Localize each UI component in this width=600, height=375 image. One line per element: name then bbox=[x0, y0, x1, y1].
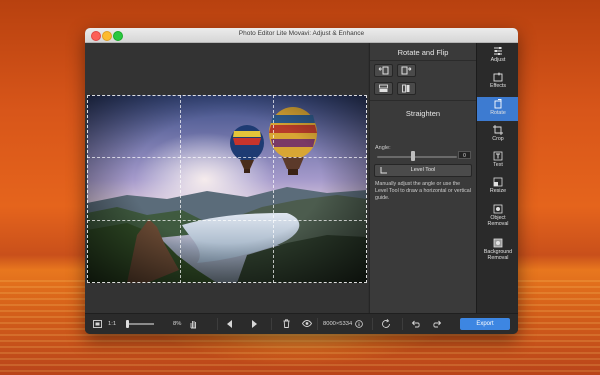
sidebar-label: Rotate bbox=[490, 110, 506, 116]
zoom-slider-track[interactable] bbox=[127, 323, 154, 325]
info-icon[interactable] bbox=[355, 320, 363, 328]
divider bbox=[370, 100, 476, 101]
zoom-ratio-label[interactable]: 1:1 bbox=[108, 320, 116, 328]
divider bbox=[317, 318, 318, 330]
sidebar-item-rotate[interactable]: Rotate bbox=[477, 97, 518, 121]
sidebar-item-effects[interactable]: Effects bbox=[477, 72, 518, 94]
tool-sidebar: Adjust Effects Rotate Crop Text Resize O… bbox=[476, 43, 518, 313]
crop-icon bbox=[493, 125, 503, 135]
zoom-slider-thumb[interactable] bbox=[126, 320, 129, 328]
divider bbox=[402, 318, 403, 330]
divider bbox=[370, 60, 476, 61]
sidebar-item-resize[interactable]: Resize bbox=[477, 177, 518, 199]
rotate-left-button[interactable] bbox=[374, 64, 393, 77]
zoom-percent-label: 8% bbox=[173, 321, 182, 327]
sidebar-label-line2: Removal bbox=[487, 221, 509, 227]
sidebar-item-adjust[interactable]: Adjust bbox=[477, 46, 518, 68]
flip-horizontal-button[interactable] bbox=[397, 82, 416, 95]
sidebar-label-line2: Removal bbox=[487, 255, 509, 261]
angle-value-field[interactable]: 0 bbox=[458, 151, 471, 159]
rotate-icon bbox=[494, 99, 502, 109]
rotate-flip-heading: Rotate and Flip bbox=[397, 48, 449, 57]
next-image-icon[interactable] bbox=[251, 320, 258, 328]
trash-icon[interactable] bbox=[283, 319, 290, 328]
crop-frame[interactable] bbox=[87, 95, 367, 283]
sliders-icon bbox=[494, 47, 502, 55]
window-title: Photo Editor Lite Movavi: Adjust & Enhan… bbox=[238, 30, 365, 37]
canvas-area bbox=[85, 43, 368, 313]
straighten-help-text: Manually adjust the angle or use the Lev… bbox=[375, 181, 471, 201]
eye-icon[interactable] bbox=[302, 320, 312, 327]
previous-image-icon[interactable] bbox=[226, 320, 233, 328]
grid-line-horizontal bbox=[87, 157, 367, 158]
grid-line-vertical bbox=[273, 95, 274, 283]
flip-vertical-icon bbox=[379, 84, 388, 92]
level-tool-button[interactable]: Level Tool bbox=[374, 164, 472, 177]
sidebar-item-crop[interactable]: Crop bbox=[477, 125, 518, 147]
angle-slider-track[interactable] bbox=[377, 156, 457, 158]
undo-icon[interactable] bbox=[411, 320, 420, 328]
flip-horizontal-icon bbox=[402, 84, 410, 93]
angle-slider-thumb[interactable] bbox=[411, 151, 415, 161]
sidebar-label: Resize bbox=[489, 188, 507, 194]
sidebar-item-background-removal[interactable]: Background Removal bbox=[477, 238, 518, 268]
angle-label: Angle: bbox=[375, 145, 391, 151]
sidebar-label: Adjust bbox=[490, 57, 506, 63]
divider bbox=[271, 318, 272, 330]
level-tool-icon bbox=[380, 167, 387, 174]
text-icon bbox=[493, 151, 503, 161]
sidebar-label: Text bbox=[493, 162, 503, 168]
image-size-label: 8000×5334 bbox=[323, 321, 353, 327]
bottom-toolbar: 1:1 8% 8000×5334 Export bbox=[85, 313, 518, 334]
hand-tool-icon[interactable] bbox=[189, 319, 198, 329]
effects-icon bbox=[493, 72, 503, 82]
rotate-panel: Rotate and Flip Straighten Angle: 0 Leve… bbox=[369, 43, 476, 313]
app-window: Photo Editor Lite Movavi: Adjust & Enhan… bbox=[85, 28, 518, 334]
photo-preview[interactable] bbox=[87, 95, 367, 283]
rotate-left-icon bbox=[378, 66, 389, 75]
divider bbox=[217, 318, 218, 330]
sidebar-item-object-removal[interactable]: Object Removal bbox=[477, 204, 518, 232]
background-removal-icon bbox=[493, 238, 503, 248]
sidebar-label: Effects bbox=[489, 83, 507, 89]
grid-line-vertical bbox=[180, 95, 181, 283]
resize-icon bbox=[493, 177, 503, 187]
reset-icon[interactable] bbox=[381, 319, 391, 329]
rotate-right-button[interactable] bbox=[397, 64, 416, 77]
flip-vertical-button[interactable] bbox=[374, 82, 393, 95]
rotate-right-icon bbox=[401, 66, 412, 75]
redo-icon[interactable] bbox=[433, 320, 442, 328]
object-removal-icon bbox=[493, 204, 503, 214]
sidebar-label: Crop bbox=[492, 136, 504, 142]
export-button[interactable]: Export bbox=[460, 318, 510, 330]
level-tool-label: Level Tool bbox=[410, 167, 436, 173]
sidebar-item-text[interactable]: Text bbox=[477, 151, 518, 173]
straighten-heading: Straighten bbox=[405, 109, 441, 118]
fit-to-screen-icon[interactable] bbox=[93, 320, 102, 328]
divider bbox=[372, 318, 373, 330]
grid-line-horizontal bbox=[87, 220, 367, 221]
title-bar[interactable]: Photo Editor Lite Movavi: Adjust & Enhan… bbox=[85, 28, 518, 43]
